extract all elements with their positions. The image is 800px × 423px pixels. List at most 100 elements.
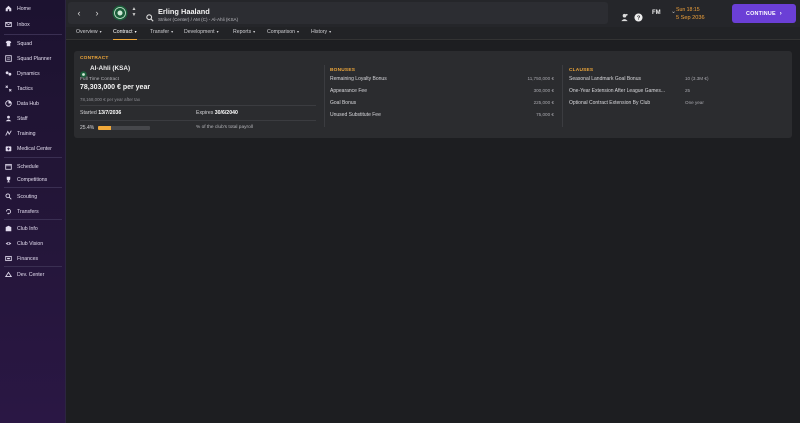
- help-icon[interactable]: ?: [634, 9, 643, 22]
- sidebar-item-club-info[interactable]: Club Info: [0, 222, 66, 235]
- contract-type: Full Time Contract: [80, 77, 119, 82]
- tab-history[interactable]: History ▾: [311, 29, 331, 40]
- squad-icon: [5, 40, 12, 47]
- sidebar-item-label: Data Hub: [17, 100, 39, 107]
- club-badge-icon[interactable]: [112, 5, 128, 21]
- divider: [80, 105, 316, 106]
- medical-icon: [5, 145, 12, 152]
- sidebar-divider: [4, 266, 62, 267]
- transfers-icon: [5, 208, 12, 215]
- search-icon[interactable]: [146, 9, 154, 22]
- continue-button[interactable]: CONTINUE ›: [732, 4, 796, 23]
- sidebar-item-training[interactable]: Training: [0, 127, 66, 140]
- sidebar-item-scouting[interactable]: Scouting: [0, 190, 66, 203]
- sidebar-item-finances[interactable]: Finances: [0, 252, 66, 265]
- clause-label: Seasonal Landmark Goal Bonus: [569, 76, 641, 82]
- sidebar-item-competitions[interactable]: Competitions: [0, 173, 66, 186]
- sidebar-item-squad-planner[interactable]: Squad Planner: [0, 52, 66, 65]
- club-vision-icon: [5, 240, 12, 247]
- sidebar-item-label: Tactics: [17, 85, 33, 92]
- tactics-icon: [5, 85, 12, 92]
- training-icon: [5, 130, 12, 137]
- data-hub-icon: [5, 100, 12, 107]
- chevron-down-icon: ▾: [216, 29, 219, 34]
- bonus-label: Remaining Loyalty Bonus: [330, 76, 387, 82]
- clause-label: One-Year Extension After League Games...: [569, 88, 665, 94]
- club-badge-icon: [80, 65, 87, 78]
- inbox-icon: [5, 21, 12, 28]
- divider: [562, 65, 563, 127]
- chevron-down-icon: ▾: [134, 29, 137, 34]
- chevron-down-icon: ▾: [296, 29, 299, 34]
- finances-icon: [5, 255, 12, 262]
- bonus-value: 300,000 €: [533, 88, 554, 93]
- sidebar-item-dev-center[interactable]: Dev. Center: [0, 268, 66, 281]
- sidebar-item-label: Dynamics: [17, 70, 40, 77]
- scouting-icon: [5, 193, 12, 200]
- sidebar-item-squad[interactable]: Squad: [0, 37, 66, 50]
- club-info-icon: [5, 225, 12, 232]
- sidebar-item-tactics[interactable]: Tactics: [0, 82, 66, 95]
- sidebar-divider: [4, 187, 62, 188]
- sidebar-item-inbox[interactable]: Inbox: [0, 18, 66, 31]
- bonus-value: 225,000 €: [533, 100, 554, 105]
- player-position-club: Striker (Center) / AM (C) - Al-Ahli (KSA…: [158, 17, 239, 22]
- sidebar-divider: [4, 219, 62, 220]
- contract-expires: Expires 30/6/2040: [196, 110, 238, 116]
- dynamics-icon: [5, 70, 12, 77]
- squad-planner-icon: [5, 55, 12, 62]
- sidebar-item-schedule[interactable]: Schedule: [0, 160, 66, 173]
- staff-icon: [5, 115, 12, 122]
- clause-value: 25: [685, 88, 691, 93]
- contract-heading: CONTRACT: [80, 56, 109, 61]
- tab-development[interactable]: Development ▾: [184, 29, 219, 40]
- manager-icon[interactable]: [620, 9, 629, 22]
- bonus-label: Unused Substitute Fee: [330, 112, 381, 118]
- payroll-label: % of the club's total payroll: [196, 125, 253, 130]
- sidebar-item-home[interactable]: Home: [0, 2, 66, 15]
- sidebar-item-club-vision[interactable]: Club Vision: [0, 237, 66, 250]
- divider: [80, 120, 316, 121]
- club-stepper-icon[interactable]: ▲ ▼: [131, 6, 137, 20]
- main-content: CONTRACT Al-Ahli (KSA) Full Time Contrac…: [66, 41, 800, 423]
- contract-card: CONTRACT Al-Ahli (KSA) Full Time Contrac…: [74, 51, 792, 138]
- sidebar-item-dynamics[interactable]: Dynamics: [0, 67, 66, 80]
- back-arrow-icon[interactable]: ‹: [74, 8, 84, 18]
- sidebar-item-transfers[interactable]: Transfers: [0, 205, 66, 218]
- sidebar-item-label: Club Vision: [17, 240, 44, 247]
- tab-transfer[interactable]: Transfer ▾: [150, 29, 173, 40]
- sidebar: Home Inbox Squad Squad Planner Dynamics …: [0, 0, 66, 423]
- player-title-panel: ‹ › ▲ ▼ Erling Haaland Striker (Center) /…: [68, 2, 676, 24]
- salary-after-tax: 78,168,000 € per year after tax: [80, 97, 141, 102]
- tab-contract[interactable]: Contract ▾: [113, 29, 137, 40]
- club-line[interactable]: Al-Ahli (KSA): [80, 65, 130, 78]
- tab-reports[interactable]: Reports ▾: [233, 29, 255, 40]
- sidebar-item-label: Training: [17, 130, 36, 137]
- sidebar-item-label: Transfers: [17, 208, 39, 215]
- sidebar-item-label: Dev. Center: [17, 271, 45, 278]
- sidebar-item-staff[interactable]: Staff: [0, 112, 66, 125]
- sidebar-item-label: Club Info: [17, 225, 38, 232]
- bonus-label: Appearance Fee: [330, 88, 367, 94]
- tab-overview[interactable]: Overview ▾: [76, 29, 102, 40]
- chevron-down-icon: ▾: [171, 29, 174, 34]
- chevron-down-icon: ▾: [329, 29, 332, 34]
- forward-arrow-icon[interactable]: ›: [92, 8, 102, 18]
- schedule-icon: [5, 163, 12, 170]
- sidebar-item-label: Home: [17, 5, 31, 12]
- sidebar-item-label: Schedule: [17, 163, 39, 170]
- tab-comparison[interactable]: Comparison ▾: [267, 29, 299, 40]
- sidebar-divider: [4, 157, 62, 158]
- player-name: Erling Haaland: [158, 7, 210, 16]
- sidebar-item-label: Finances: [17, 255, 39, 262]
- sidebar-item-medical-center[interactable]: Medical Center: [0, 142, 66, 155]
- fm-menu-button[interactable]: FM: [652, 10, 661, 16]
- bonus-value: 75,000 €: [536, 112, 554, 117]
- game-date: 5 Sep 2036: [676, 15, 705, 21]
- contract-started: Started 13/7/2036: [80, 110, 122, 116]
- sidebar-item-label: Medical Center: [17, 145, 52, 152]
- sidebar-item-label: Competitions: [17, 176, 48, 183]
- salary: 78,303,000 € per year: [80, 84, 151, 91]
- sidebar-item-label: Squad: [17, 40, 33, 47]
- sidebar-item-data-hub[interactable]: Data Hub: [0, 97, 66, 110]
